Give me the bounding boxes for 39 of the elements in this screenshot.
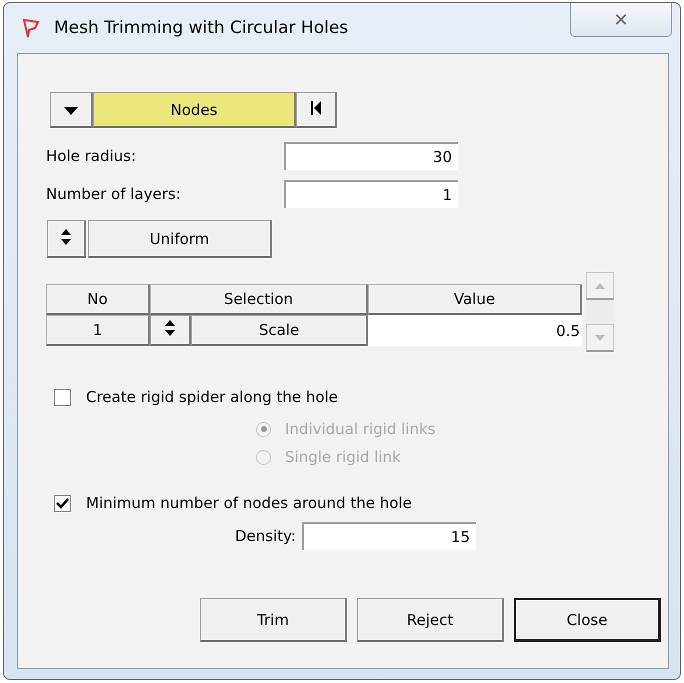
field-label: Density: (234, 527, 297, 545)
window-title: Mesh Trimming with Circular Holes (54, 18, 348, 38)
table-cell: 1 (46, 315, 150, 346)
checkbox[interactable] (54, 388, 71, 406)
dropdown-button[interactable] (50, 92, 93, 128)
scrollbar[interactable] (586, 272, 614, 352)
field-label: Hole radius: (46, 147, 138, 165)
toggle-button[interactable] (47, 220, 86, 258)
column-header[interactable]: No (46, 284, 150, 315)
scroll-up-button[interactable] (586, 272, 614, 300)
arrow-down-icon (595, 334, 605, 340)
value-cell[interactable]: 0.5 (368, 315, 582, 346)
checkbox-label: Create rigid spider along the hole (86, 388, 338, 406)
distribution-button[interactable]: Uniform (88, 220, 272, 258)
up-down-arrows-icon (165, 320, 175, 336)
selection-button[interactable]: Scale (191, 315, 368, 346)
dialog-button[interactable]: Reject (357, 598, 504, 642)
up-down-arrows-icon (61, 228, 71, 244)
column-header[interactable]: Value (368, 284, 582, 315)
checkbox[interactable] (54, 494, 71, 512)
radio-label: Single rigid link (285, 448, 401, 466)
skip-back-icon (311, 100, 321, 114)
number-field[interactable]: 15 (302, 522, 476, 550)
toggle-button[interactable] (150, 315, 191, 346)
number-field[interactable]: 30 (284, 142, 458, 170)
close-button[interactable]: ✕ (570, 3, 672, 37)
reset-button[interactable] (296, 92, 337, 128)
app-icon (22, 18, 40, 38)
column-header[interactable]: Selection (150, 284, 368, 315)
dialog-button[interactable]: Close (514, 598, 661, 642)
checkbox-label: Minimum number of nodes around the hole (86, 494, 412, 512)
field-label: Number of layers: (46, 185, 182, 203)
number-field[interactable]: 1 (284, 180, 458, 208)
entity-selector-button[interactable]: Nodes (93, 92, 296, 128)
caret-down-icon (64, 106, 78, 114)
scroll-down-button[interactable] (586, 324, 614, 352)
radio-label: Individual rigid links (285, 420, 436, 438)
dialog-button[interactable]: Trim (200, 598, 347, 642)
arrow-up-icon (595, 282, 605, 288)
